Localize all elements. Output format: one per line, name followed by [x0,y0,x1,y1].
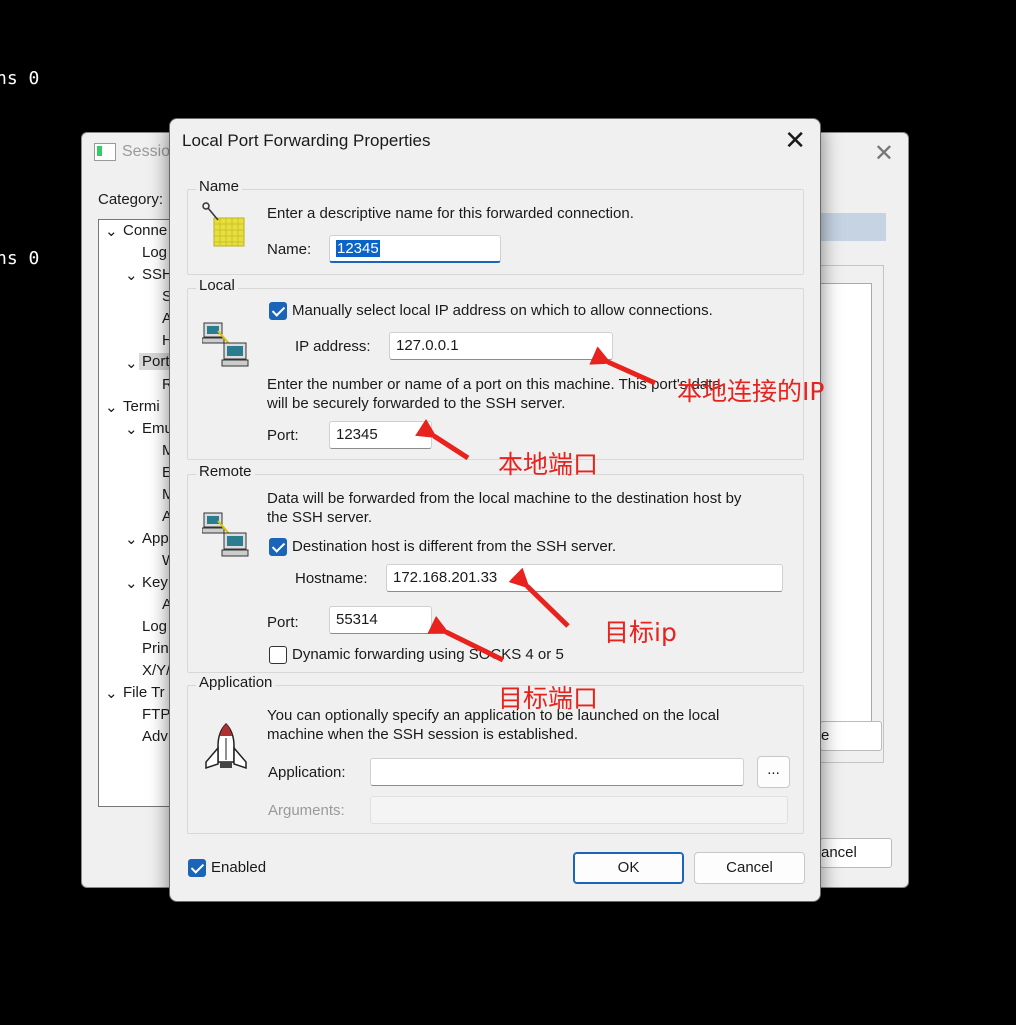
arrow-local-ip [589,346,657,386]
arrow-target-port [427,615,505,663]
annotation-arrows [415,346,657,663]
arrow-local-port [415,418,470,461]
annotation-target-ip: 目标ip [604,618,677,647]
annotation-local-port: 本地端口 [498,450,599,479]
annotation-local-ip: 本地连接的IP [677,377,825,406]
arrow-target-ip [508,567,570,628]
annotation-target-port: 目标端口 [498,684,599,713]
